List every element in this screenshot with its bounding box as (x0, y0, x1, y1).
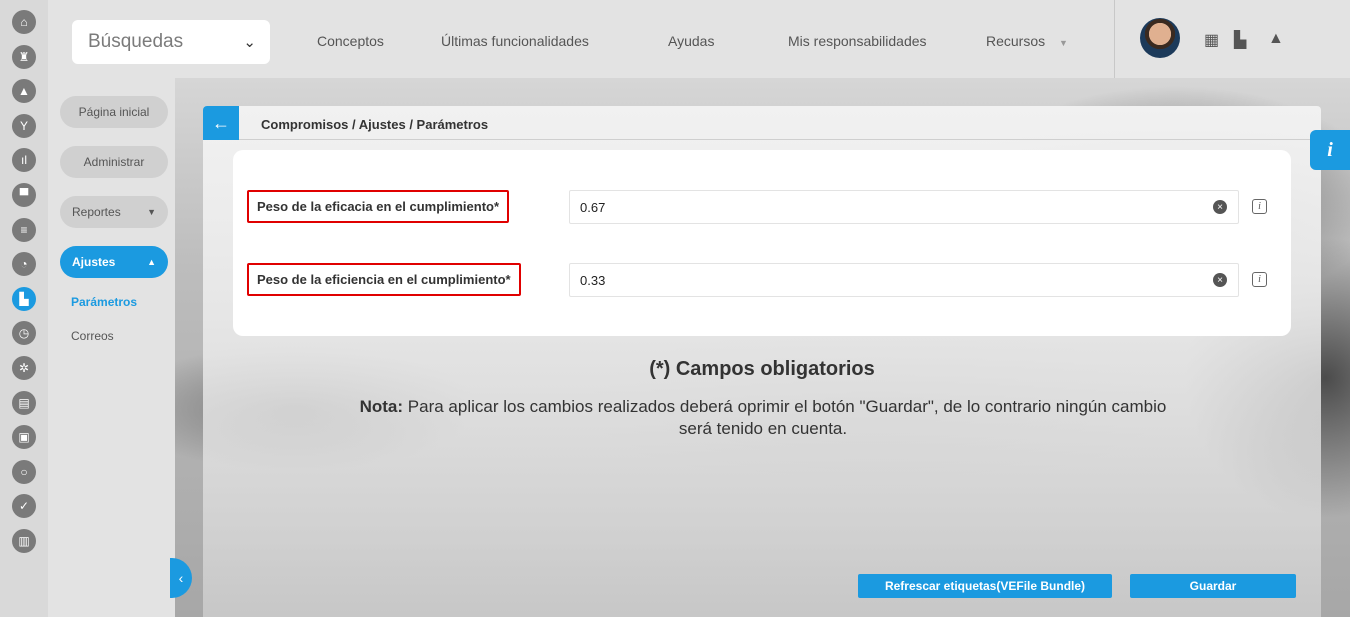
top-bar: Búsquedas ⌄ Conceptos Últimas funcionali… (48, 0, 1350, 78)
clear-icon[interactable]: × (1213, 273, 1227, 287)
bar-chart-icon[interactable]: ıl (12, 148, 36, 173)
sidebar-link-parametros[interactable]: Parámetros (71, 295, 137, 309)
note-text: Para aplicar los cambios realizados debe… (403, 397, 1167, 438)
plant-icon[interactable]: Y (12, 113, 36, 138)
map-icon[interactable]: ▙ (1234, 30, 1246, 50)
breadcrumb: Compromisos / Ajustes / Parámetros (261, 117, 489, 132)
bell-icon[interactable]: ▲ (1268, 30, 1284, 48)
eficacia-input[interactable]: 0.67 (569, 190, 1239, 224)
caret-down-icon: ▼ (147, 207, 156, 217)
triangle-icon[interactable]: ▲ (12, 79, 36, 104)
gear-icon[interactable]: ✲ (12, 355, 36, 380)
save-button[interactable]: Guardar (1130, 574, 1296, 598)
avatar[interactable] (1140, 18, 1180, 58)
nav-recursos[interactable]: Recursos ▼ (986, 33, 1068, 49)
chevron-down-icon: ⌄ (243, 34, 256, 51)
back-button[interactable]: ← (203, 106, 239, 140)
main-panel: ← Compromisos / Ajustes / Parámetros Pes… (203, 106, 1321, 617)
calendar-icon[interactable]: ▦ (1204, 30, 1219, 50)
sidebar-item-label: Ajustes (72, 255, 116, 269)
map-icon[interactable]: ▙ (12, 286, 36, 311)
briefcase-icon[interactable]: ▥ (12, 528, 36, 553)
search-dropdown[interactable]: Búsquedas ⌄ (72, 20, 270, 64)
required-fields-title: (*) Campos obligatorios (649, 358, 875, 380)
eficiencia-input[interactable]: 0.33 (569, 263, 1239, 297)
home-icon[interactable]: ⌂ (12, 10, 36, 34)
document-icon[interactable]: ▤ (12, 390, 36, 415)
sidebar-item-label: Reportes (72, 205, 121, 219)
caret-up-icon: ▲ (147, 257, 156, 267)
nav-mis-responsabilidades[interactable]: Mis responsabilidades (788, 33, 927, 49)
castle-icon[interactable]: ♜ (12, 44, 36, 69)
presentation-icon[interactable]: ▀ (12, 182, 36, 207)
save-note: Nota: Para aplicar los cambios realizado… (353, 396, 1173, 440)
clear-icon[interactable]: × (1213, 200, 1227, 214)
info-icon[interactable]: i (1310, 130, 1350, 170)
search-label: Búsquedas (88, 31, 184, 52)
field-label-eficiencia: Peso de la eficiencia en el cumplimiento… (247, 263, 521, 296)
divider (1114, 0, 1115, 78)
clock-icon[interactable]: ◷ (12, 321, 36, 346)
field-label-eficacia: Peso de la eficacia en el cumplimiento* (247, 190, 510, 223)
note-label: Nota: (359, 397, 404, 416)
form-card: Peso de la eficacia en el cumplimiento* … (233, 150, 1291, 336)
caret-down-icon: ▼ (1059, 38, 1068, 48)
nav-ultimas-funcionalidades[interactable]: Últimas funcionalidades (441, 33, 589, 49)
nav-recursos-label: Recursos (986, 33, 1046, 49)
sidebar-item-ajustes[interactable]: Ajustes ▲ (60, 246, 168, 278)
nav-ayudas[interactable]: Ayudas (668, 33, 714, 49)
lines-icon[interactable]: ≡ (12, 217, 36, 242)
sidebar-item-pagina-inicial[interactable]: Página inicial (60, 96, 168, 128)
lock-icon[interactable]: ▣ (12, 425, 36, 450)
nav-conceptos[interactable]: Conceptos (317, 33, 384, 49)
sidebar-item-reportes[interactable]: Reportes ▼ (60, 196, 168, 228)
pie-chart-icon[interactable]: ◔ (12, 252, 36, 277)
icon-rail: ⌂ ♜ ▲ Y ıl ▀ ≡ ◔ ▙ ◷ ✲ ▤ ▣ ○ ✓ ▥ (0, 0, 48, 617)
secondary-sidebar: Página inicial Administrar Reportes ▼ Aj… (48, 78, 175, 617)
info-icon[interactable]: i (1252, 272, 1267, 287)
sidebar-link-correos[interactable]: Correos (71, 329, 114, 343)
check-icon[interactable]: ✓ (12, 494, 36, 519)
cycle-icon[interactable]: ○ (12, 459, 36, 484)
info-icon[interactable]: i (1252, 199, 1267, 214)
panel-header: ← Compromisos / Ajustes / Parámetros (203, 106, 1321, 140)
refresh-labels-button[interactable]: Refrescar etiquetas(VEFile Bundle) (858, 574, 1112, 598)
sidebar-item-administrar[interactable]: Administrar (60, 146, 168, 178)
